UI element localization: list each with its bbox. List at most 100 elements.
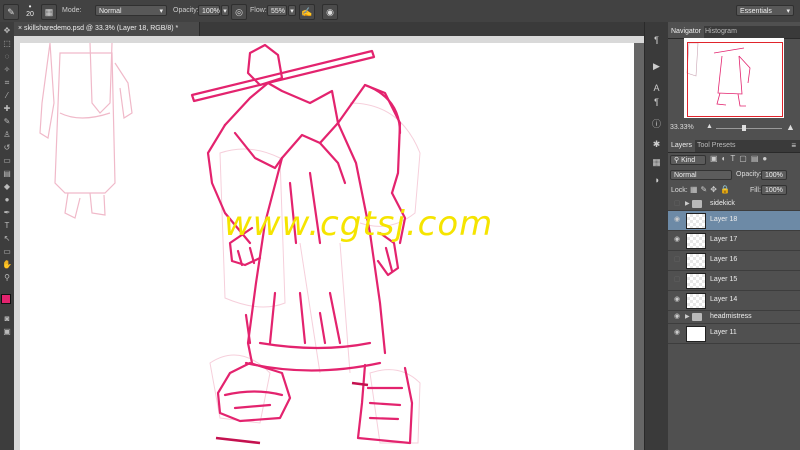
airbrush-icon[interactable]: ✍ [299, 4, 315, 20]
opacity-value: 100% [202, 8, 220, 15]
brush-preset-picker[interactable]: • 20 [22, 2, 38, 20]
adjustments-icon[interactable]: ◑ [650, 174, 663, 187]
healing-tool-icon[interactable]: ✚ [2, 104, 12, 114]
eye-icon[interactable]: ◉ [673, 296, 681, 304]
zoom-out-icon[interactable]: ▲ [706, 123, 713, 130]
eyedropper-tool-icon[interactable]: ⁄ [2, 91, 12, 101]
brush-tool-icon[interactable]: ✎ [3, 4, 19, 20]
fill-value: 100% [765, 187, 783, 194]
paragraph-panel-icon[interactable]: ¶ [650, 34, 663, 47]
quick-mask-icon[interactable]: ◙ [2, 314, 12, 324]
pressure-size-icon[interactable]: ◉ [322, 4, 338, 20]
layer-thumbnail [686, 273, 706, 289]
mode-select[interactable]: Normal ▾ [95, 5, 167, 16]
character-sketch [190, 43, 414, 445]
document-canvas[interactable] [20, 43, 634, 450]
layer-thumbnail [686, 233, 706, 249]
chevron-right-icon[interactable]: ▶ [685, 313, 690, 320]
blur-tool-icon[interactable]: ◆ [2, 182, 12, 192]
path-select-tool-icon[interactable]: ↖ [2, 234, 12, 244]
eraser-tool-icon[interactable]: ▭ [2, 156, 12, 166]
layer-name: Layer 17 [710, 236, 738, 243]
chevron-down-icon: ▾ [786, 8, 790, 15]
eye-icon[interactable]: ◉ [673, 329, 681, 337]
tab-layers[interactable]: Layers [668, 140, 696, 152]
layer-filter-select[interactable]: ⚲ Kind [670, 155, 706, 165]
lasso-tool-icon[interactable]: ◌ [2, 52, 12, 62]
visibility-toggle-icon[interactable]: ▢ [673, 276, 681, 284]
eye-icon[interactable]: ◉ [673, 236, 681, 244]
layer-thumbnail [686, 293, 706, 309]
hand-tool-icon[interactable]: ✋ [2, 260, 12, 270]
dodge-tool-icon[interactable]: ● [2, 195, 12, 205]
layers-opacity-value: 100% [765, 172, 783, 179]
layer-row[interactable]: ▢ Layer 15 [668, 271, 800, 291]
layer-name: Layer 14 [710, 296, 738, 303]
paragraph-styles-icon[interactable]: ¶ [650, 96, 663, 109]
brush-size-value: 20 [26, 11, 34, 18]
layers-opacity-field[interactable]: 100% [761, 170, 787, 180]
opacity-dropdown[interactable]: ▾ [221, 5, 229, 16]
flow-value: 55% [271, 8, 286, 15]
zoom-slider-thumb[interactable] [742, 125, 746, 131]
tab-navigator[interactable]: Navigator [668, 26, 704, 38]
navigator-view-box[interactable] [687, 42, 783, 117]
mode-value: Normal [99, 8, 122, 15]
brush-tool-icon[interactable]: ✎ [2, 117, 12, 127]
screen-mode-icon[interactable]: ▣ [2, 327, 12, 337]
clone-stamp-tool-icon[interactable]: ♙ [2, 130, 12, 140]
layer-row[interactable]: ◉ Layer 14 [668, 291, 800, 311]
brush-panel-toggle-icon[interactable]: ▦ [41, 4, 57, 20]
lock-icons[interactable]: ▦✎✥🔒 [690, 185, 733, 194]
pressure-opacity-icon[interactable]: ◎ [231, 4, 247, 20]
chevron-right-icon[interactable]: ▶ [685, 200, 690, 207]
filter-kind-value: Kind [681, 157, 696, 164]
layer-row-selected[interactable]: ◉ Layer 18 [668, 211, 800, 231]
character-panel-icon[interactable]: A [650, 82, 663, 95]
layers-opacity-label: Opacity: [736, 171, 762, 178]
opacity-field[interactable]: 100% [198, 5, 220, 16]
layer-filter-icons[interactable]: ▣◐T▢▤● [710, 154, 771, 163]
layer-row[interactable]: ◉ Layer 17 [668, 231, 800, 251]
play-action-icon[interactable]: ▶ [650, 60, 663, 73]
visibility-toggle-icon[interactable]: ▢ [673, 256, 681, 264]
gradient-tool-icon[interactable]: ▤ [2, 169, 12, 179]
blend-mode-value: Normal [674, 172, 697, 179]
info-panel-icon[interactable]: ⓘ [650, 118, 663, 131]
foreground-color-swatch[interactable] [1, 294, 11, 304]
zoom-tool-icon[interactable]: ⚲ [2, 273, 12, 283]
eye-icon[interactable]: ◉ [673, 313, 681, 321]
swatches-icon[interactable]: ▦ [650, 156, 663, 169]
tab-histogram[interactable]: Histogram [702, 26, 740, 38]
visibility-toggle-icon[interactable]: ▢ [673, 200, 681, 208]
sketch-artwork [39, 43, 421, 445]
close-icon[interactable]: × [18, 25, 22, 32]
zoom-in-icon[interactable]: ▲ [786, 122, 795, 132]
move-tool-icon[interactable]: ✥ [2, 26, 12, 36]
quick-select-tool-icon[interactable]: ✧ [2, 65, 12, 75]
layer-row[interactable]: ◉ Layer 11 [668, 324, 800, 344]
marquee-tool-icon[interactable]: ⬚ [2, 39, 12, 49]
type-tool-icon[interactable]: T [2, 221, 12, 231]
document-tab[interactable]: × skillsharedemo.psd @ 33.3% (Layer 18, … [14, 22, 200, 36]
tab-tool-presets[interactable]: Tool Presets [694, 140, 739, 152]
layer-thumbnail [686, 213, 706, 229]
blend-mode-select[interactable]: Normal [670, 170, 732, 180]
layer-thumbnail [686, 253, 706, 269]
zoom-value[interactable]: 33.33% [670, 124, 694, 131]
fill-field[interactable]: 100% [761, 185, 787, 195]
flow-dropdown[interactable]: ▾ [288, 5, 296, 16]
flow-field[interactable]: 55% [267, 5, 287, 16]
layer-row[interactable]: ▢ Layer 16 [668, 251, 800, 271]
zoom-slider[interactable] [716, 128, 782, 129]
shape-tool-icon[interactable]: ▭ [2, 247, 12, 257]
brush-presets-icon[interactable]: ✱ [650, 138, 663, 151]
layer-group-sidekick[interactable]: ▢ ▶ sidekick [668, 198, 800, 211]
pen-tool-icon[interactable]: ✒ [2, 208, 12, 218]
eye-icon[interactable]: ◉ [673, 216, 681, 224]
layer-group-headmistress[interactable]: ◉ ▶ headmistress [668, 311, 800, 324]
panel-menu-icon[interactable]: ≡ [791, 140, 796, 152]
history-brush-tool-icon[interactable]: ↺ [2, 143, 12, 153]
workspace-select[interactable]: Essentials ▾ [736, 5, 794, 16]
crop-tool-icon[interactable]: ⌗ [2, 78, 12, 88]
